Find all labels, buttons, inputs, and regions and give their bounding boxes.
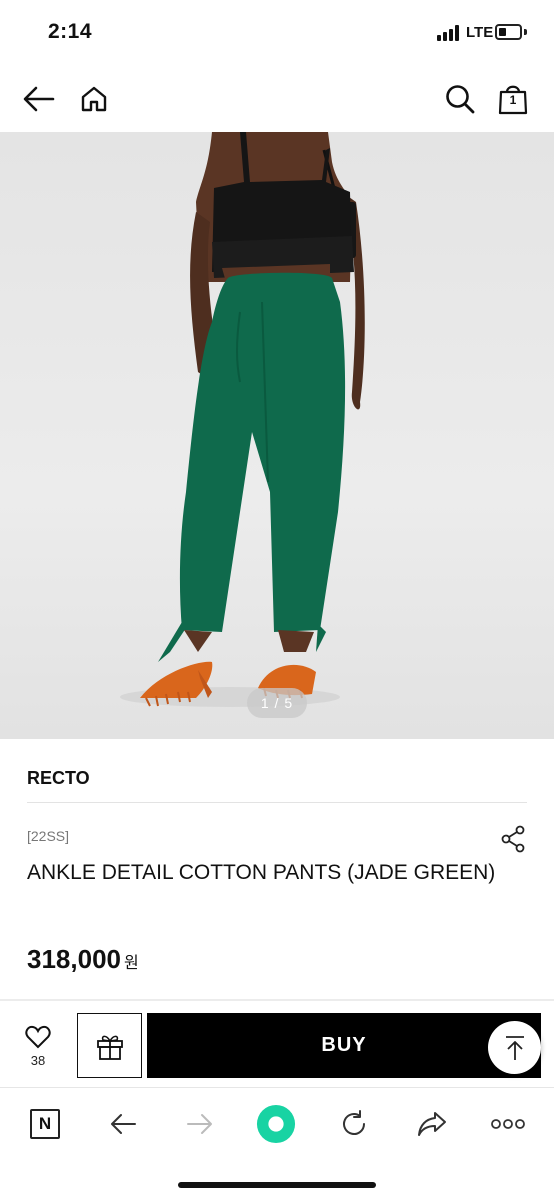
forward-share-icon [418,1112,446,1136]
reload-icon [343,1110,365,1135]
share-button[interactable] [500,825,526,853]
arrow-right-icon [187,1114,212,1134]
home-indicator [178,1182,376,1188]
like-count: 38 [30,1053,46,1068]
back-button[interactable] [22,82,56,116]
naver-home-button[interactable]: N [25,1104,65,1144]
status-bar: 2:14 LTE [0,0,554,66]
scroll-top-button[interactable] [488,1021,541,1074]
share-page-button[interactable] [412,1104,452,1144]
status-time: 2:14 [48,20,93,43]
arrow-left-icon [23,86,55,112]
brand-name[interactable]: RECTO [27,768,90,789]
cart-count: 1 [509,93,517,107]
buy-button[interactable]: BUY [147,1013,541,1078]
naver-logo-letter: N [38,1114,52,1133]
battery-icon [495,24,522,40]
signal-icon [437,25,459,41]
cart-button[interactable]: 1 [496,82,530,116]
product-name: ANKLE DETAIL COTTON PANTS (JADE GREEN) [27,861,496,884]
divider [27,802,527,803]
gift-icon [96,1035,123,1060]
action-bar: 38 BUY [0,1001,554,1087]
heart-icon [25,1025,51,1049]
product-image[interactable]: 1 / 5 [0,132,554,739]
search-icon [446,85,475,114]
home-icon [81,86,107,112]
green-dot-icon [256,1104,296,1144]
naver-logo-icon: N [30,1109,60,1139]
more-dots-icon [491,1119,525,1129]
season-tag: [22SS] [27,828,70,844]
home-button[interactable] [77,82,111,116]
more-button[interactable] [488,1104,528,1144]
like-button[interactable]: 38 [18,1021,58,1073]
search-button[interactable] [443,82,477,116]
price-value: 318,000 [27,944,121,974]
share-icon [501,825,525,853]
browser-back-button[interactable] [103,1104,143,1144]
nav-header: 1 [0,66,554,132]
gift-button[interactable] [77,1013,142,1078]
arrow-up-icon [505,1035,524,1060]
model-photo [120,132,365,707]
green-dot-button[interactable] [256,1104,296,1144]
browser-forward-button[interactable] [180,1104,220,1144]
battery-tip [524,29,527,35]
image-counter: 1 / 5 [247,688,307,718]
browser-toolbar: N [0,1087,554,1200]
price: 318,000 원 [27,944,139,975]
reload-button[interactable] [334,1104,374,1144]
price-currency: 원 [123,955,139,972]
network-label: LTE [466,24,494,41]
arrow-left-icon [111,1114,136,1134]
